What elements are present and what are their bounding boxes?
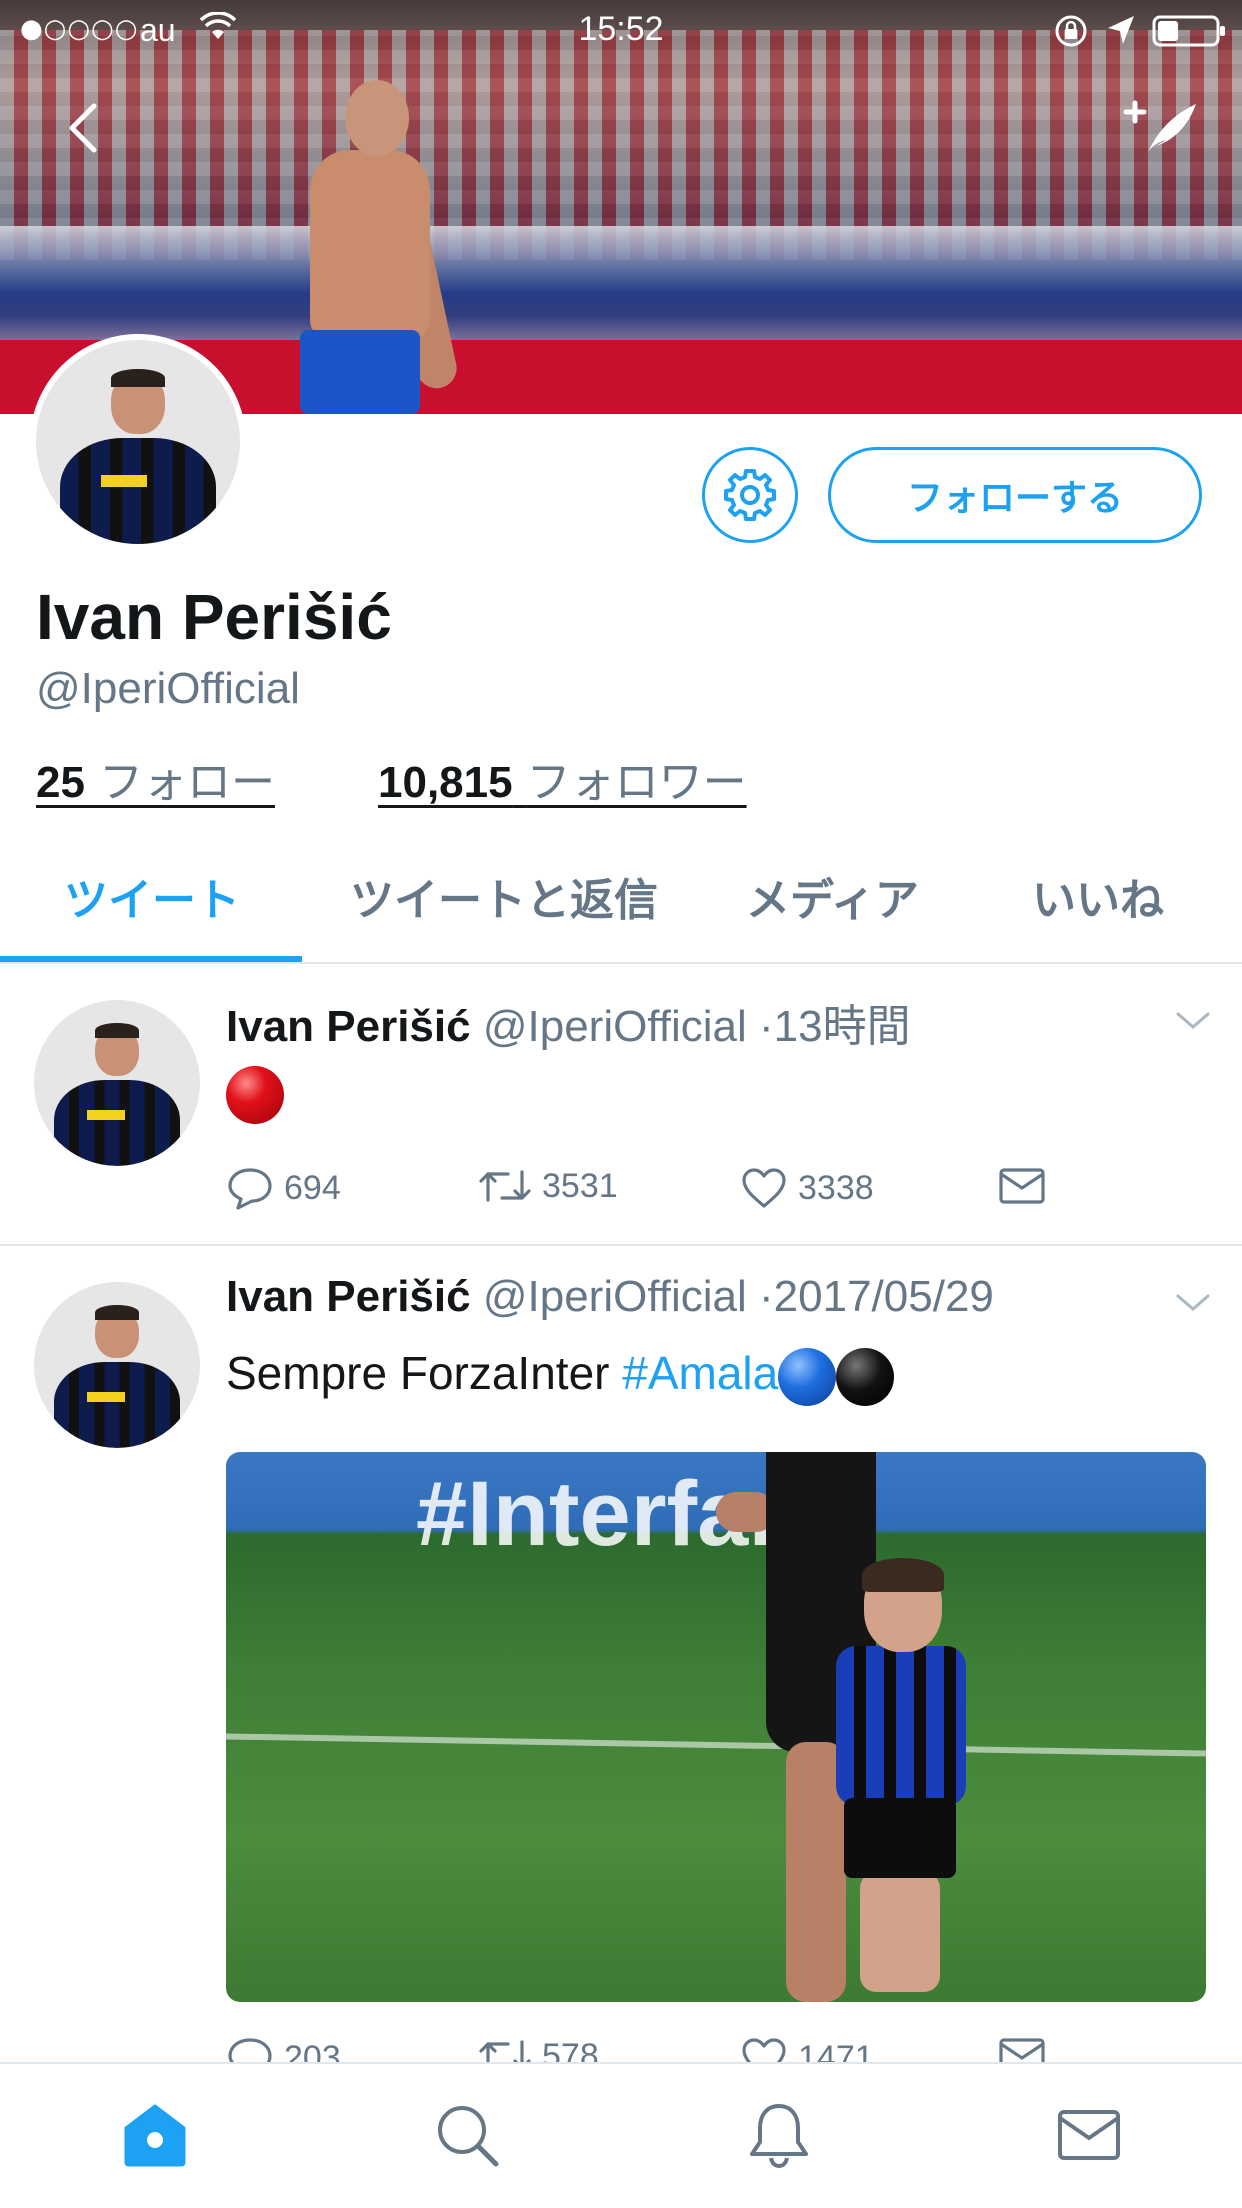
profile-tabs: ツイート ツイートと返信 メディア いいね xyxy=(0,846,1242,964)
media-child xyxy=(826,1558,976,2002)
tweet-timestamp: 2017/05/29 xyxy=(773,1272,994,1321)
profile-display-name: Ivan Perišić xyxy=(36,581,392,653)
mail-icon[interactable] xyxy=(1054,2100,1124,2170)
reply-button[interactable]: 694 xyxy=(226,1166,341,1210)
envelope-icon xyxy=(999,1168,1045,1204)
tweet-text xyxy=(226,1064,284,1124)
followers-count: 10,815 xyxy=(378,758,513,807)
black-circle-emoji xyxy=(836,1347,895,1406)
profile-handle: @IperiOfficial xyxy=(36,664,300,713)
like-count: 3338 xyxy=(798,1168,874,1207)
retweet-icon xyxy=(479,1170,531,1202)
retweet-count: 3531 xyxy=(542,1166,618,1205)
tweet-separator: · xyxy=(759,1272,774,1321)
direct-message-button[interactable] xyxy=(998,1166,1056,1206)
tweet-author-handle: @IperiOfficial xyxy=(482,1272,747,1321)
tweet-author-handle: @IperiOfficial xyxy=(482,1002,747,1051)
tweet-author-name: Ivan Perišić xyxy=(226,1272,471,1321)
location-arrow-icon xyxy=(1108,16,1134,44)
status-bar: ●○○○○ au 15:52 xyxy=(0,0,1242,60)
settings-button[interactable] xyxy=(702,447,798,543)
reply-icon xyxy=(228,1168,272,1210)
profile-avatar[interactable] xyxy=(30,334,246,550)
reply-count: 694 xyxy=(284,1168,341,1207)
banner-player xyxy=(290,80,461,414)
tweet-separator: · xyxy=(759,1002,774,1051)
blue-circle-emoji xyxy=(778,1347,837,1406)
tweet-avatar[interactable] xyxy=(34,1282,200,1448)
tweet-text-body: Sempre ForzaInter xyxy=(226,1347,623,1399)
following-count: 25 xyxy=(36,758,85,807)
tweet-timestamp: 13時間 xyxy=(773,1002,911,1051)
chevron-down-icon[interactable] xyxy=(1174,1008,1212,1032)
chevron-down-icon[interactable] xyxy=(1174,1290,1212,1314)
tab-tweets[interactable]: ツイート xyxy=(64,864,240,928)
tweet-media-photo[interactable]: #Interfans xyxy=(226,1452,1206,2002)
followers-label: フォロワー xyxy=(526,757,747,808)
red-circle-emoji xyxy=(226,1065,284,1124)
follow-button[interactable]: フォローする xyxy=(828,447,1202,543)
battery-icon xyxy=(1152,15,1225,47)
home-icon[interactable] xyxy=(120,2100,190,2170)
active-tab-indicator xyxy=(0,956,302,962)
back-button[interactable] xyxy=(56,96,112,160)
tweet-text: Sempre ForzaInter #Amala xyxy=(226,1346,895,1406)
tweet-header: Ivan Perišić @IperiOfficial ·2017/05/29 xyxy=(226,1272,994,1322)
tab-tweets-and-replies[interactable]: ツイートと返信 xyxy=(350,864,658,928)
heart-icon xyxy=(742,1168,786,1208)
tweet-author-name: Ivan Perišić xyxy=(226,1002,471,1051)
tab-likes[interactable]: いいね xyxy=(1032,864,1164,928)
following-label: フォロー xyxy=(98,757,275,808)
rotation-lock-icon xyxy=(1055,15,1087,47)
search-icon[interactable] xyxy=(432,2100,502,2170)
tweet[interactable]: Ivan Perišić @IperiOfficial ·2017/05/29 … xyxy=(0,1246,1242,2080)
tweet-avatar[interactable] xyxy=(34,1000,200,1166)
tweet[interactable]: Ivan Perišić @IperiOfficial ·13時間 694 35… xyxy=(0,964,1242,1246)
like-button[interactable]: 3338 xyxy=(740,1166,874,1210)
retweet-button[interactable]: 3531 xyxy=(478,1166,618,1206)
tweet-header: Ivan Perišić @IperiOfficial ·13時間 xyxy=(226,990,911,1054)
hashtag-link[interactable]: #Amala xyxy=(622,1347,778,1399)
gear-icon xyxy=(724,469,776,521)
compose-tweet-button[interactable] xyxy=(1122,96,1200,168)
tab-media[interactable]: メディア xyxy=(746,864,919,928)
tweet-actions: 694 3531 3338 xyxy=(226,1166,1046,1226)
following-count-link[interactable]: 25 フォロー xyxy=(36,746,275,810)
bottom-tab-bar xyxy=(0,2062,1242,2208)
bell-icon[interactable] xyxy=(744,2100,814,2170)
followers-count-link[interactable]: 10,815 フォロワー xyxy=(378,746,747,810)
